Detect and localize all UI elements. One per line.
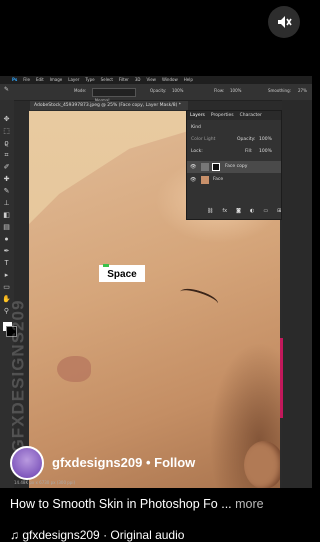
new-layer-icon: ⊞ [277, 208, 282, 214]
smoothing-label: Smoothing: [268, 88, 291, 93]
ps-menu-type: Type [85, 77, 95, 82]
layer-row-face-copy: 👁 Face copy [187, 161, 281, 173]
ps-menu-view: View [146, 77, 156, 82]
layer-thumbnail [201, 163, 209, 171]
layers-lock-row: Lock: Fill: 100% [187, 147, 281, 159]
crop-tool-icon: ⌗ [4, 152, 9, 159]
ps-menu-filter: Filter [118, 77, 129, 82]
separator-dot: • [145, 455, 151, 470]
dodge-tool-icon: ● [4, 236, 9, 243]
layer-opacity-value: 100% [259, 137, 272, 142]
audio-label: gfxdesigns209 · Original audio [22, 528, 185, 542]
ps-menu-file: File [23, 77, 30, 82]
ps-menu-image: Image [49, 77, 63, 82]
opacity-label: Opacity: [150, 88, 167, 93]
brush-tool-icon: ✎ [4, 86, 10, 93]
smoothing-value: 27% [298, 88, 307, 93]
mask-icon: ◙ [236, 208, 241, 214]
eraser-tool-icon: ◧ [3, 212, 10, 219]
ps-menu-help: Help [183, 77, 193, 82]
ps-menu-bar: Ps File Edit Image Layer Type Select Fil… [0, 76, 312, 84]
music-note-icon: ♫ [10, 528, 19, 542]
layer-opacity-label: Opacity: [237, 137, 256, 142]
layer-name: Face copy [225, 164, 248, 169]
layers-panel: Layers Properties Character Kind Color L… [186, 110, 297, 220]
pen-tool-icon: ✒ [3, 248, 10, 255]
ps-menu-logo: Ps [12, 77, 18, 82]
document-tab: AdobeStock_459397873.jpeg @ 25% (Face co… [30, 101, 188, 110]
fx-icon: fx [222, 208, 228, 214]
lips [57, 356, 91, 382]
adjustment-icon: ◐ [249, 208, 255, 214]
reel-caption[interactable]: How to Smooth Skin in Photoshop Fo ... m… [10, 497, 264, 511]
key-overlay-label: Space [107, 269, 137, 280]
ps-menu-3d: 3D [134, 77, 141, 82]
creator-avatar[interactable] [10, 446, 44, 480]
ps-menu-select: Select [100, 77, 113, 82]
tab-character: Character [239, 113, 262, 118]
eyedropper-tool-icon: ✐ [3, 164, 10, 171]
layer-thumbnail [201, 176, 209, 184]
visibility-eye-icon: 👁 [190, 164, 197, 170]
layer-row-face: 👁 Face [187, 174, 281, 186]
fill-label: Fill: [245, 149, 253, 154]
mode-label: Mode: [74, 88, 87, 93]
follow-button[interactable]: Follow [154, 455, 195, 470]
layers-filter-row: Kind [187, 123, 281, 135]
brush-tool-icon: ✎ [3, 188, 10, 195]
ps-options-bar: ✎ Mode: Normal Opacity: 100% Flow: 100% … [0, 84, 312, 103]
lasso-tool-icon: ϱ [4, 140, 9, 147]
ps-menu-edit: Edit [35, 77, 44, 82]
stamp-tool-icon: ⊥ [3, 200, 10, 207]
audio-attribution[interactable]: ♫ gfxdesigns209 · Original audio [10, 528, 184, 542]
watermark: GFXDESIGNS209 [8, 299, 28, 453]
fill-value: 100% [259, 149, 272, 154]
ps-right-dock [282, 100, 312, 488]
mute-button[interactable] [268, 6, 300, 38]
key-overlay: Space [99, 264, 145, 282]
link-icon: ⛓ [207, 208, 214, 214]
status-bar: 14.48K px x 6730 px (300 ppi) [14, 480, 76, 485]
caption-text: How to Smooth Skin in Photoshop Fo ... [10, 497, 232, 511]
gradient-tool-icon: ▤ [3, 224, 10, 231]
ps-menu-window: Window [161, 77, 178, 82]
ps-menu-layer: Layer [68, 77, 80, 82]
creator-username[interactable]: gfxdesigns209 [52, 455, 142, 470]
marquee-tool-icon: ⬚ [3, 128, 10, 135]
mode-select: Normal [92, 88, 136, 103]
speaker-muted-icon [278, 16, 292, 28]
tab-properties: Properties [210, 113, 234, 118]
lock-label: Lock: [191, 149, 203, 154]
folder-icon: ▭ [263, 208, 269, 214]
key-indicator-icon [103, 264, 109, 267]
shape-tool-icon: ▭ [3, 284, 10, 291]
move-tool-icon: ✥ [3, 116, 10, 123]
flow-value: 100% [230, 88, 242, 93]
layer-mask-thumbnail [212, 163, 220, 171]
video-player[interactable]: Ps File Edit Image Layer Type Select Fil… [0, 76, 312, 488]
type-tool-icon: T [4, 260, 9, 267]
more-link[interactable]: more [235, 497, 263, 511]
blend-mode-value: Color Light [191, 137, 216, 142]
layer-name: Face [213, 177, 224, 182]
layers-blend-row: Color Light Opacity: 100% [187, 135, 281, 147]
layers-panel-tabs: Layers Properties Character [187, 111, 281, 120]
eyelashes [177, 285, 221, 311]
opacity-value: 100% [172, 88, 184, 93]
visibility-eye-icon: 👁 [190, 177, 197, 183]
filter-kind-label: Kind [191, 125, 201, 130]
path-tool-icon: ▸ [4, 272, 9, 279]
tab-layers: Layers [190, 113, 205, 118]
accent-bar [280, 338, 283, 418]
layers-footer: ⛓ fx ◙ ◐ ▭ ⊞ 🗑 [187, 205, 297, 217]
creator-row: gfxdesigns209 • Follow [52, 455, 195, 470]
ear [244, 441, 280, 488]
healing-tool-icon: ✚ [3, 176, 10, 183]
flow-label: Flow: [214, 88, 225, 93]
